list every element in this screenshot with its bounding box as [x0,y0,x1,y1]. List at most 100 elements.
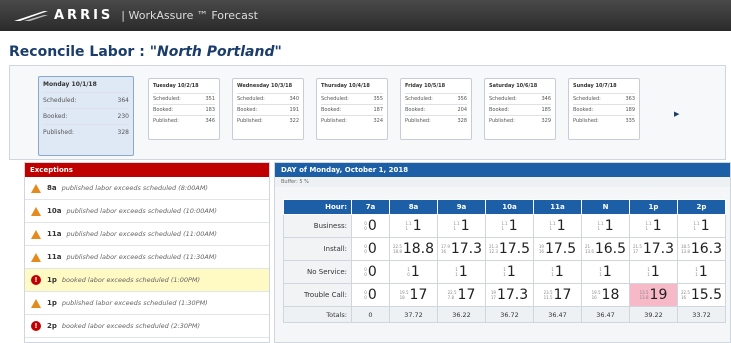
totals-label: Totals: [283,306,352,323]
day-card[interactable]: Wednesday 10/3/18 Scheduled: 340 Booked: 191… [232,78,304,140]
day-card-row: Published: 322 [237,115,299,126]
exception-time: 1p [47,299,57,307]
cell-published: 18 [601,287,620,303]
title-prefix: Reconcile Labor : [9,44,150,60]
grid-cell[interactable]: 1 11 [629,260,678,284]
day-card-metric-label: Booked: [405,107,426,113]
day-card-row: Booked: 183 [153,104,215,115]
cell-booked: 1 [501,226,504,231]
cell-booked: 1 [549,226,552,231]
cell-booked: 18 [399,295,405,300]
cell-subvalues: 00 [364,221,367,231]
cell-subvalues: 11 [695,267,698,277]
exception-item[interactable]: 1p published labor exceeds scheduled (1:3… [25,292,269,315]
exception-item[interactable]: ! 1p booked labor exceeds scheduled (1:00P… [25,269,269,292]
next-week-arrow-icon[interactable]: ▶ [674,110,679,118]
grid-cell[interactable]: 0 00 [351,283,390,307]
day-card[interactable]: Friday 10/5/18 Scheduled: 356 Booked: 204 Pub… [400,78,472,140]
day-card[interactable]: Thursday 10/4/18 Scheduled: 355 Booked: 187 P… [316,78,388,140]
grid-cell[interactable]: 19 1617.5 [533,237,582,261]
grid-cell[interactable]: 1 11 [677,260,726,284]
cell-subvalues: 22.5 7.8 [448,290,457,300]
day-card-metric-value: 185 [541,107,551,113]
day-card[interactable]: Sunday 10/7/18 Scheduled: 363 Booked: 189 Pub… [568,78,640,140]
brand-name: ARRIS [54,8,114,23]
cell-published: 1 [556,218,566,234]
cell-booked: 1 [453,226,456,231]
cell-booked: 0 [364,295,367,300]
cell-subvalues: 1.1 1 [453,221,459,231]
grid-cell[interactable]: 23.5 11.517 [533,283,582,307]
cell-booked: 18.8 [392,249,402,254]
grid-cell[interactable]: 19.5 16 18 [581,283,630,307]
totals-row: Totals: 0 37.72 36.22 36.72 36.47 36.47 39.22 33… [283,306,726,323]
error-icon: ! [31,275,41,285]
grid-cell[interactable]: 21 13.616.5 [581,237,630,261]
cell-published: 1 [410,264,420,280]
warning-icon [31,252,41,262]
day-card[interactable]: Saturday 10/6/18 Scheduled: 346 Booked: 185 P… [484,78,556,140]
cell-published: 1 [602,264,612,280]
cell-published: 17.3 [496,287,529,303]
grid-cell[interactable]: 1.1 1 1 [629,214,678,238]
grid-cell[interactable]: 13.5 13.819 [629,283,678,307]
grid-cell[interactable]: 0 00 [351,214,390,238]
day-card-metric-value: 335 [625,118,635,124]
exception-item[interactable]: 11a published labor exceeds scheduled (11… [25,223,269,246]
grid-cell[interactable]: 0 00 [351,237,390,261]
hour-header: 1p [629,199,678,215]
grid-cell[interactable]: 22.5 18.818.8 [389,237,438,261]
day-card-metric-label: Published: [405,118,431,124]
day-card[interactable]: Tuesday 10/2/18 Scheduled: 351 Booked: 183 Pu… [148,78,220,140]
grid-cell[interactable]: 19.5 18 17 [389,283,438,307]
day-card-row: Booked: 189 [573,104,635,115]
exception-message: published labor exceeds scheduled (10:00… [66,207,217,215]
day-card-metric-value: 191 [289,107,299,113]
grid-cell[interactable]: 0 00 [351,260,390,284]
exception-time: 11a [47,253,62,261]
grid-cell[interactable]: 1.1 1 1 [581,214,630,238]
grid-cell[interactable]: 1.1 1 1 [533,214,582,238]
cell-subvalues: 22.5 16 [681,290,690,300]
grid-cell[interactable]: 1 01 [389,260,438,284]
grid-cell[interactable]: 1.1 1 1 [437,214,486,238]
grid-cell[interactable]: 1 11 [581,260,630,284]
day-card[interactable]: Monday 10/1/18 Scheduled: 364 Booked: 230 Pub… [38,76,134,156]
grid-cell[interactable]: 1 11 [533,260,582,284]
exceptions-panel: Exceptions 8a published labor exceeds sch… [24,162,270,343]
cell-published: 17.3 [642,241,675,257]
grid-cell[interactable]: 21.3 12.317.5 [485,237,534,261]
grid-cell[interactable]: 22.5 7.8 17 [437,283,486,307]
day-card-title: Wednesday 10/3/18 [237,83,293,89]
grid-cell[interactable]: 22.5 16 15.5 [677,283,726,307]
day-card-title: Friday 10/5/18 [405,83,446,89]
cell-published: 17 [553,287,572,303]
hour-header: 9a [437,199,486,215]
exception-item[interactable]: 8a published labor exceeds scheduled (8:0… [25,177,269,200]
grid-cell[interactable]: 18.5 13.816.3 [677,237,726,261]
exception-item[interactable]: 10a published labor exceeds scheduled (10… [25,200,269,223]
grid-cell[interactable]: 17.9 16 17.3 [437,237,486,261]
grid-cell[interactable]: 21.5 17 17.3 [629,237,678,261]
total-value: 33.72 [677,306,726,323]
grid-cell[interactable]: 1.1 1 1 [389,214,438,238]
total-value: 36.47 [581,306,630,323]
cell-published: 17.5 [498,241,531,257]
grid-cell[interactable]: 19 1717.3 [485,283,534,307]
grid-cell[interactable]: 1.1 1 1 [677,214,726,238]
exception-item[interactable]: 11a published labor exceeds scheduled (11… [25,246,269,269]
grid-cell[interactable]: 1 11 [437,260,486,284]
day-card-row: Booked: 204 [405,104,467,115]
cell-booked: 0 [364,249,367,254]
day-card-metric-label: Scheduled: [321,96,349,102]
hour-header: 10a [485,199,534,215]
grid-cell[interactable]: 1.1 1 1 [485,214,534,238]
cell-booked: 0 [407,272,410,277]
cell-booked: 16 [538,249,544,254]
cell-subvalues: 11 [455,267,458,277]
cell-published: 1 [700,218,710,234]
grid-cell[interactable]: 1 11 [485,260,534,284]
row-label: Business: [283,214,352,238]
exception-message: published labor exceeds scheduled (8:00A… [61,184,208,192]
exception-item[interactable]: ! 2p booked labor exceeds scheduled (2:30P… [25,315,269,338]
